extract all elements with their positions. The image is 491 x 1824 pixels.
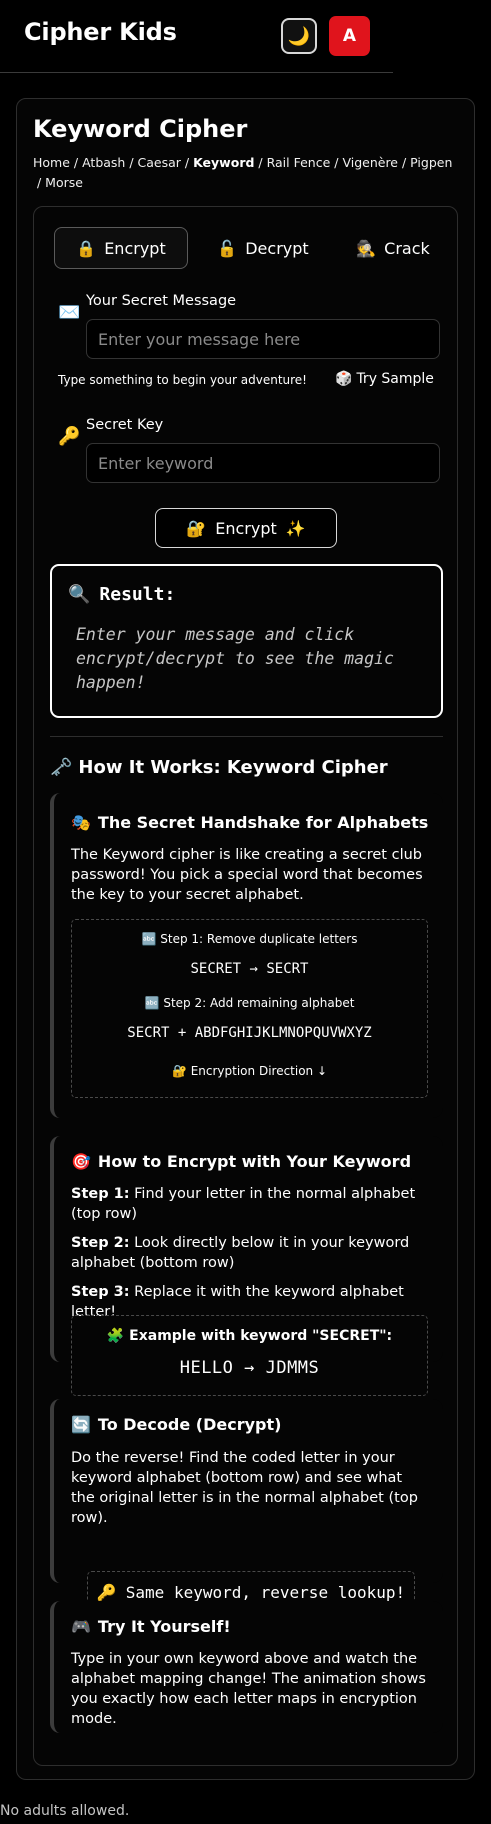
step-line: Step 2: Look directly below it in your k…: [71, 1233, 429, 1273]
card-title-label: How to Encrypt with Your Keyword: [97, 1152, 412, 1171]
card-title: 🎮 Try It Yourself!: [71, 1617, 231, 1636]
target-icon: 🎯: [71, 1152, 91, 1171]
cipher-panel: 🔒 Encrypt 🔓 Decrypt 🕵️ Crack ✉️ Your Sec…: [33, 206, 458, 1766]
step-label: Step 2:: [71, 1235, 130, 1251]
step-line: Step 1: Find your letter in the normal a…: [71, 1184, 429, 1224]
envelope-icon: ✉️: [58, 302, 81, 323]
card-title: 🎯 How to Encrypt with Your Keyword: [71, 1152, 411, 1171]
breadcrumb-separator: /: [330, 155, 343, 170]
card-title-label: The Secret Handshake for Alphabets: [97, 813, 429, 832]
info-card-how-to-encrypt: 🎯 How to Encrypt with Your Keyword Step …: [50, 1136, 443, 1396]
steps-box: 🔤 Step 1: Remove duplicate letters SECRE…: [71, 919, 428, 1098]
card-title-label: To Decode (Decrypt): [97, 1415, 282, 1434]
card-description: Type in your own keyword above and watch…: [71, 1651, 426, 1727]
breadcrumb-link[interactable]: Vigenère: [342, 155, 398, 170]
message-input[interactable]: [86, 319, 440, 359]
how-it-works-title: 🗝️ How It Works: Keyword Cipher: [50, 757, 388, 778]
tab-label: Encrypt: [104, 238, 166, 258]
reverse-lookup-text: Same keyword, reverse lookup!: [125, 1583, 406, 1602]
breadcrumb-separator: /: [180, 155, 194, 170]
example-box: 🧩 Example with keyword "SECRET": HELLO →…: [71, 1315, 428, 1396]
lock-icon: 🔒: [76, 238, 97, 258]
result-title-label: Result:: [99, 584, 176, 605]
step2-code: SECRT + ABDFGHIJKLMNOPQUVWXYZ: [127, 1025, 372, 1041]
dice-icon: 🎲: [335, 371, 353, 387]
refresh-icon: 🔄: [71, 1415, 91, 1434]
step-label: Step 1:: [71, 1186, 130, 1202]
tab-label: Decrypt: [245, 238, 309, 258]
breadcrumb-separator: /: [398, 155, 411, 170]
try-sample-label: Try Sample: [356, 371, 434, 387]
tab-crack[interactable]: 🕵️ Crack: [336, 227, 450, 269]
breadcrumb-link[interactable]: Pigpen: [410, 155, 452, 170]
breadcrumb-link[interactable]: Rail Fence: [267, 155, 331, 170]
breadcrumb-link[interactable]: Morse: [45, 175, 83, 190]
encrypt-button[interactable]: 🔐 Encrypt ✨: [155, 508, 337, 548]
how-it-works-label: How It Works: Keyword Cipher: [78, 757, 388, 778]
card-title: 🔄 To Decode (Decrypt): [71, 1415, 281, 1434]
breadcrumb-link[interactable]: Caesar: [138, 155, 181, 170]
encrypt-button-label: Encrypt: [215, 518, 277, 538]
step-label: Step 3:: [71, 1284, 130, 1300]
key-icon: 🔑: [58, 426, 81, 447]
key-icon: 🔑: [96, 1583, 117, 1602]
moon-icon: 🌙: [287, 25, 311, 47]
old-key-icon: 🗝️: [50, 757, 73, 778]
step1-caption: 🔤 Step 1: Remove duplicate letters: [141, 932, 358, 946]
card-title-label: Try It Yourself!: [97, 1617, 231, 1636]
sparkles-icon: ✨: [285, 518, 306, 538]
result-box: 🔍 Result: Enter your message and click e…: [50, 564, 443, 718]
encryption-direction: 🔐 Encryption Direction ↓: [171, 1064, 328, 1078]
breadcrumb-separator: /: [125, 155, 138, 170]
gamepad-icon: 🎮: [71, 1617, 91, 1636]
result-output: Enter your message and click encrypt/dec…: [76, 625, 394, 692]
card-description: Do the reverse! Find the coded letter in…: [71, 1450, 418, 1526]
card-title: 🎭 The Secret Handshake for Alphabets: [71, 813, 428, 832]
detective-icon: 🕵️: [356, 238, 377, 258]
example-label: 🧩 Example with keyword "SECRET":: [106, 1328, 393, 1344]
breadcrumb-link[interactable]: Atbash: [82, 155, 125, 170]
result-title: 🔍 Result:: [68, 584, 175, 605]
breadcrumb-separator: /: [69, 155, 83, 170]
breadcrumb-separator: /: [33, 175, 46, 190]
example-code: HELLO → JDMMS: [179, 1358, 320, 1378]
page-title: Keyword Cipher: [33, 115, 248, 143]
footer-text: No adults allowed.: [0, 1803, 130, 1819]
magnifier-icon: 🔍: [68, 584, 91, 605]
info-card-try-it: 🎮 Try It Yourself! Type in your own keyw…: [50, 1601, 443, 1733]
locked-key-icon: 🔐: [186, 518, 207, 538]
key-label: Secret Key: [86, 417, 164, 433]
step2-caption: 🔤 Step 2: Add remaining alphabet: [144, 996, 355, 1010]
hint-text: Type something to begin your adventure!: [58, 373, 307, 387]
breadcrumb-link[interactable]: Home: [33, 155, 70, 170]
try-sample-button[interactable]: 🎲 Try Sample: [335, 371, 434, 387]
info-card-decode: 🔄 To Decode (Decrypt) Do the reverse! Fi…: [50, 1399, 443, 1614]
info-card-secret-handshake: 🎭 The Secret Handshake for Alphabets The…: [50, 793, 443, 1118]
tab-encrypt[interactable]: 🔒 Encrypt: [54, 227, 188, 269]
tab-label: Crack: [384, 238, 430, 258]
breadcrumb: Home / Atbash / Caesar / Keyword / Rail …: [33, 153, 453, 193]
message-label: Your Secret Message: [86, 293, 237, 309]
breadcrumb-current: Keyword: [193, 155, 255, 170]
breadcrumb-separator: /: [254, 155, 267, 170]
app-header: Cipher Kids 🌙 A: [0, 0, 393, 73]
step1-code: SECRET → SECRT: [190, 961, 309, 977]
avatar[interactable]: A: [329, 16, 370, 56]
theme-toggle-button[interactable]: 🌙: [281, 18, 317, 54]
key-input[interactable]: [86, 443, 440, 483]
unlock-icon: 🔓: [217, 238, 238, 258]
divider: [50, 736, 443, 737]
card-description: The Keyword cipher is like creating a se…: [71, 847, 423, 903]
cipher-card: Keyword Cipher Home / Atbash / Caesar / …: [16, 98, 475, 1780]
masks-icon: 🎭: [71, 813, 91, 832]
app-title[interactable]: Cipher Kids: [24, 18, 177, 46]
tab-decrypt[interactable]: 🔓 Decrypt: [196, 227, 330, 269]
